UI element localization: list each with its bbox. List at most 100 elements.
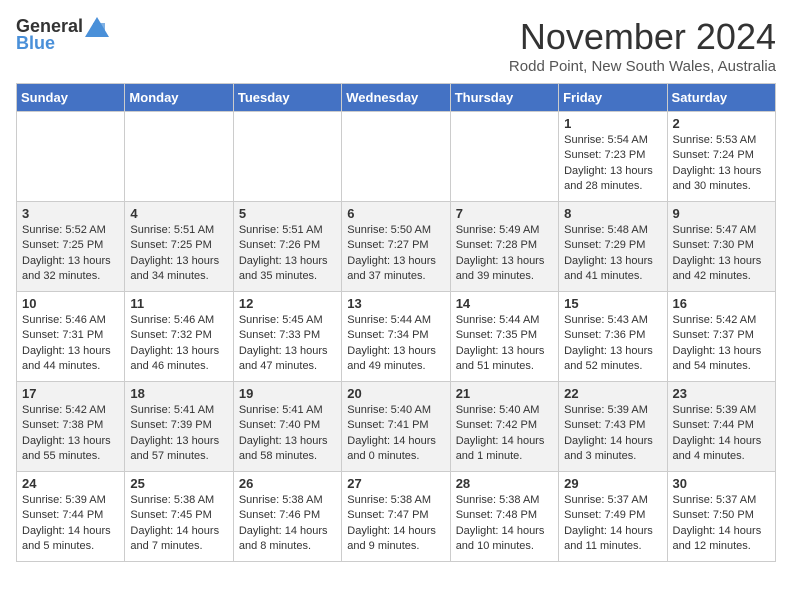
weekday-header-monday: Monday xyxy=(125,84,233,112)
day-number: 30 xyxy=(673,476,770,491)
day-content: Sunrise: 5:38 AMSunset: 7:45 PMDaylight:… xyxy=(130,493,227,555)
day-number: 7 xyxy=(456,206,553,221)
day-content: Sunrise: 5:49 AMSunset: 7:28 PMDaylight:… xyxy=(456,223,553,285)
calendar-cell: 28Sunrise: 5:38 AMSunset: 7:48 PMDayligh… xyxy=(450,472,558,562)
day-number: 19 xyxy=(239,386,336,401)
calendar-header-row: SundayMondayTuesdayWednesdayThursdayFrid… xyxy=(17,84,776,112)
calendar-table: SundayMondayTuesdayWednesdayThursdayFrid… xyxy=(16,83,776,562)
day-content: Sunrise: 5:51 AMSunset: 7:25 PMDaylight:… xyxy=(130,223,227,285)
calendar-cell: 3 Sunrise: 5:52 AMSunset: 7:25 PMDaylight… xyxy=(17,202,125,292)
day-number: 26 xyxy=(239,476,336,491)
day-number: 1 xyxy=(564,116,661,131)
calendar-cell: 22Sunrise: 5:39 AMSunset: 7:43 PMDayligh… xyxy=(559,382,667,472)
day-number: 3 xyxy=(22,206,119,221)
logo: General Blue xyxy=(16,16,109,54)
weekday-header-friday: Friday xyxy=(559,84,667,112)
calendar-cell xyxy=(125,112,233,202)
calendar-cell: 13Sunrise: 5:44 AMSunset: 7:34 PMDayligh… xyxy=(342,292,450,382)
calendar-cell: 29 Sunrise: 5:37 AMSunset: 7:49 PMDayligh… xyxy=(559,472,667,562)
day-content: Sunrise: 5:48 AMSunset: 7:29 PMDaylight:… xyxy=(564,223,661,285)
day-content: Sunrise: 5:40 AMSunset: 7:41 PMDaylight:… xyxy=(347,403,444,465)
calendar-cell: 2 Sunrise: 5:53 AMSunset: 7:24 PMDaylight… xyxy=(667,112,775,202)
day-content: Sunrise: 5:38 AMSunset: 7:47 PMDaylight:… xyxy=(347,493,444,555)
calendar-cell: 16 Sunrise: 5:42 AMSunset: 7:37 PMDayligh… xyxy=(667,292,775,382)
day-content: Sunrise: 5:42 AMSunset: 7:37 PMDaylight:… xyxy=(673,313,770,375)
day-content: Sunrise: 5:42 AMSunset: 7:38 PMDaylight:… xyxy=(22,403,119,465)
calendar-cell: 20 Sunrise: 5:40 AMSunset: 7:41 PMDayligh… xyxy=(342,382,450,472)
day-number: 8 xyxy=(564,206,661,221)
calendar-cell: 14 Sunrise: 5:44 AMSunset: 7:35 PMDayligh… xyxy=(450,292,558,382)
calendar-cell: 23Sunrise: 5:39 AMSunset: 7:44 PMDayligh… xyxy=(667,382,775,472)
day-content: Sunrise: 5:45 AMSunset: 7:33 PMDaylight:… xyxy=(239,313,336,375)
weekday-header-thursday: Thursday xyxy=(450,84,558,112)
calendar-cell: 6Sunrise: 5:50 AMSunset: 7:27 PMDaylight… xyxy=(342,202,450,292)
weekday-header-wednesday: Wednesday xyxy=(342,84,450,112)
calendar-cell: 8 Sunrise: 5:48 AMSunset: 7:29 PMDaylight… xyxy=(559,202,667,292)
day-number: 18 xyxy=(130,386,227,401)
day-number: 9 xyxy=(673,206,770,221)
day-content: Sunrise: 5:52 AMSunset: 7:25 PMDaylight:… xyxy=(22,223,119,285)
day-content: Sunrise: 5:38 AMSunset: 7:46 PMDaylight:… xyxy=(239,493,336,555)
month-title: November 2024 xyxy=(509,16,776,58)
day-number: 16 xyxy=(673,296,770,311)
day-number: 21 xyxy=(456,386,553,401)
day-number: 25 xyxy=(130,476,227,491)
calendar-week-row: 24Sunrise: 5:39 AMSunset: 7:44 PMDayligh… xyxy=(17,472,776,562)
calendar-cell: 21 Sunrise: 5:40 AMSunset: 7:42 PMDayligh… xyxy=(450,382,558,472)
day-number: 10 xyxy=(22,296,119,311)
calendar-week-row: 10 Sunrise: 5:46 AMSunset: 7:31 PMDayligh… xyxy=(17,292,776,382)
day-content: Sunrise: 5:43 AMSunset: 7:36 PMDaylight:… xyxy=(564,313,661,375)
day-content: Sunrise: 5:47 AMSunset: 7:30 PMDaylight:… xyxy=(673,223,770,285)
day-content: Sunrise: 5:46 AMSunset: 7:31 PMDaylight:… xyxy=(22,313,119,375)
calendar-cell: 11Sunrise: 5:46 AMSunset: 7:32 PMDayligh… xyxy=(125,292,233,382)
calendar-cell: 18 Sunrise: 5:41 AMSunset: 7:39 PMDayligh… xyxy=(125,382,233,472)
day-content: Sunrise: 5:40 AMSunset: 7:42 PMDaylight:… xyxy=(456,403,553,465)
calendar-cell: 7 Sunrise: 5:49 AMSunset: 7:28 PMDaylight… xyxy=(450,202,558,292)
day-content: Sunrise: 5:41 AMSunset: 7:39 PMDaylight:… xyxy=(130,403,227,465)
calendar-cell: 26 Sunrise: 5:38 AMSunset: 7:46 PMDayligh… xyxy=(233,472,341,562)
calendar-cell: 4 Sunrise: 5:51 AMSunset: 7:25 PMDaylight… xyxy=(125,202,233,292)
day-number: 2 xyxy=(673,116,770,131)
day-content: Sunrise: 5:44 AMSunset: 7:34 PMDaylight:… xyxy=(347,313,444,375)
day-content: Sunrise: 5:54 AMSunset: 7:23 PMDaylight:… xyxy=(564,133,661,195)
day-number: 5 xyxy=(239,206,336,221)
calendar-cell: 24Sunrise: 5:39 AMSunset: 7:44 PMDayligh… xyxy=(17,472,125,562)
day-content: Sunrise: 5:46 AMSunset: 7:32 PMDaylight:… xyxy=(130,313,227,375)
weekday-header-saturday: Saturday xyxy=(667,84,775,112)
calendar-cell: 27 Sunrise: 5:38 AMSunset: 7:47 PMDayligh… xyxy=(342,472,450,562)
calendar-cell: 15 Sunrise: 5:43 AMSunset: 7:36 PMDayligh… xyxy=(559,292,667,382)
calendar-cell: 30 Sunrise: 5:37 AMSunset: 7:50 PMDayligh… xyxy=(667,472,775,562)
day-number: 28 xyxy=(456,476,553,491)
calendar-week-row: 17 Sunrise: 5:42 AMSunset: 7:38 PMDayligh… xyxy=(17,382,776,472)
day-number: 29 xyxy=(564,476,661,491)
day-content: Sunrise: 5:37 AMSunset: 7:49 PMDaylight:… xyxy=(564,493,661,555)
day-content: Sunrise: 5:37 AMSunset: 7:50 PMDaylight:… xyxy=(673,493,770,555)
day-content: Sunrise: 5:41 AMSunset: 7:40 PMDaylight:… xyxy=(239,403,336,465)
day-number: 27 xyxy=(347,476,444,491)
day-number: 12 xyxy=(239,296,336,311)
calendar-cell: 12 Sunrise: 5:45 AMSunset: 7:33 PMDayligh… xyxy=(233,292,341,382)
calendar-week-row: 1 Sunrise: 5:54 AMSunset: 7:23 PMDaylight… xyxy=(17,112,776,202)
day-number: 6 xyxy=(347,206,444,221)
calendar-cell xyxy=(450,112,558,202)
calendar-cell: 5Sunrise: 5:51 AMSunset: 7:26 PMDaylight… xyxy=(233,202,341,292)
calendar-cell: 19 Sunrise: 5:41 AMSunset: 7:40 PMDayligh… xyxy=(233,382,341,472)
day-content: Sunrise: 5:44 AMSunset: 7:35 PMDaylight:… xyxy=(456,313,553,375)
title-area: November 2024 Rodd Point, New South Wale… xyxy=(509,16,776,75)
day-content: Sunrise: 5:53 AMSunset: 7:24 PMDaylight:… xyxy=(673,133,770,195)
page-header: General Blue November 2024 Rodd Point, N… xyxy=(16,16,776,75)
day-number: 24 xyxy=(22,476,119,491)
day-content: Sunrise: 5:39 AMSunset: 7:44 PMDaylight:… xyxy=(673,403,770,465)
calendar-cell: 17 Sunrise: 5:42 AMSunset: 7:38 PMDayligh… xyxy=(17,382,125,472)
weekday-header-sunday: Sunday xyxy=(17,84,125,112)
day-number: 15 xyxy=(564,296,661,311)
location-text: Rodd Point, New South Wales, Australia xyxy=(509,58,776,75)
day-content: Sunrise: 5:39 AMSunset: 7:43 PMDaylight:… xyxy=(564,403,661,465)
day-number: 17 xyxy=(22,386,119,401)
logo-icon xyxy=(85,17,109,37)
calendar-cell: 10 Sunrise: 5:46 AMSunset: 7:31 PMDayligh… xyxy=(17,292,125,382)
calendar-cell: 9 Sunrise: 5:47 AMSunset: 7:30 PMDaylight… xyxy=(667,202,775,292)
day-number: 20 xyxy=(347,386,444,401)
day-number: 14 xyxy=(456,296,553,311)
day-number: 4 xyxy=(130,206,227,221)
